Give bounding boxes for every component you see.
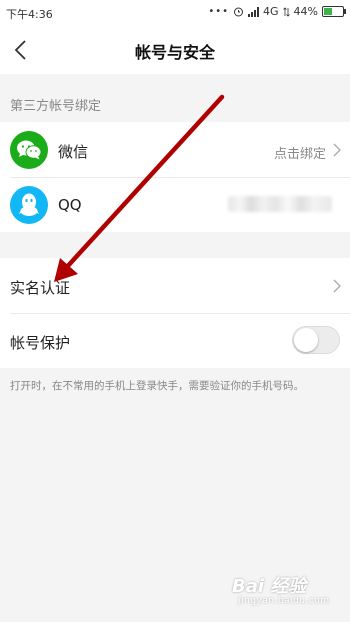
page-title: 帐号与安全 [134, 43, 215, 62]
third-party-list: 微信 点击绑定 QQ [0, 122, 350, 232]
data-transfer-icon [282, 6, 290, 17]
wechat-icon [10, 131, 48, 169]
network-type: 4G [263, 5, 279, 18]
account-protection-row: 帐号保护 [0, 313, 350, 368]
section-header-label: 第三方帐号绑定 [10, 99, 102, 114]
real-name-label: 实名认证 [10, 279, 71, 297]
account-protection-hint: 打开时，在不常用的手机上登录快手，需要验证你的手机号码。 [10, 380, 304, 392]
chevron-right-icon [333, 143, 341, 157]
status-indicators: ••• 4G 44% [208, 5, 346, 18]
qq-row[interactable]: QQ [0, 177, 350, 232]
account-protection-label: 帐号保护 [10, 334, 71, 352]
chevron-right-icon [333, 279, 341, 293]
battery-level [324, 8, 332, 15]
wechat-bind-link[interactable]: 点击绑定 [274, 143, 326, 162]
battery-percent: 44% [293, 5, 318, 18]
status-time: 下午4:36 [6, 8, 53, 21]
status-bar: 下午4:36 ••• 4G 44% [0, 0, 350, 26]
alarm-icon [234, 7, 244, 17]
watermark-brand: Bai 经验 [232, 576, 307, 597]
toggle-knob [294, 328, 318, 352]
account-protection-toggle[interactable] [292, 326, 340, 354]
section-header-third-party: 第三方帐号绑定 [0, 74, 350, 122]
signal-icon [248, 6, 260, 17]
wechat-label: 微信 [58, 143, 89, 161]
qq-account-blurred [228, 196, 332, 212]
watermark-url: jingyan.baidu.com [238, 596, 330, 606]
real-name-section: 实名认证 帐号保护 [0, 258, 350, 368]
battery-icon [322, 6, 346, 17]
wechat-row[interactable]: 微信 点击绑定 [0, 122, 350, 177]
qq-label: QQ [58, 196, 82, 214]
real-name-row[interactable]: 实名认证 [0, 258, 350, 313]
nav-bar: 帐号与安全 [0, 26, 350, 74]
notification-dots: ••• [208, 6, 230, 17]
qq-icon [10, 186, 48, 224]
baidu-jingyan-watermark: Bai 经验 jingyan.baidu.com [232, 572, 330, 612]
